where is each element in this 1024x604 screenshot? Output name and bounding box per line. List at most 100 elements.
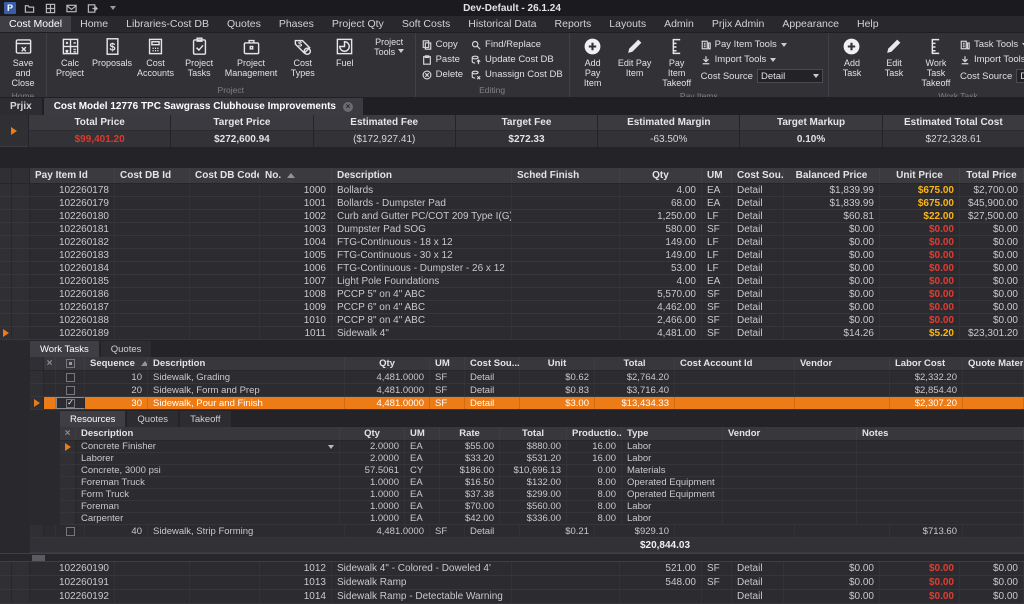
column-header-cost-sou[interactable]: Cost Sou... [465, 357, 520, 370]
pay-item-import-tools-dropdown[interactable]: Import Tools [699, 53, 825, 66]
column-header-description[interactable]: Description [148, 357, 345, 370]
pay-item-row[interactable]: 1022601851007Light Pole Foundations4.00E… [0, 275, 1024, 288]
menu-tab-historical-data[interactable]: Historical Data [459, 16, 545, 32]
column-header-total[interactable]: Total [500, 427, 567, 440]
menu-tab-quotes[interactable]: Quotes [218, 16, 270, 32]
work-tasks-tab-quotes[interactable]: Quotes [101, 341, 152, 357]
column-header-um[interactable]: UM [430, 357, 465, 370]
edit-task-button[interactable]: Edit Task [874, 35, 914, 80]
row-checkbox[interactable] [66, 527, 75, 536]
horizontal-scrollbar-thumb[interactable] [32, 555, 45, 561]
menu-tab-project-qty[interactable]: Project Qty [323, 16, 393, 32]
column-header-total-price[interactable]: Total Price [960, 168, 1024, 183]
menu-tab-prjix-admin[interactable]: Prjix Admin [703, 16, 774, 32]
column-header-no[interactable]: No. [260, 168, 332, 183]
tab-cost-model[interactable]: Cost Model 12776 TPC Sawgrass Clubhouse … [44, 98, 363, 115]
work-task-row[interactable]: 10Sidewalk, Grading4,481.0000SFDetail$0.… [30, 371, 1024, 384]
work-tasks-tab-work-tasks[interactable]: Work Tasks [30, 341, 99, 357]
row-select-cell[interactable] [56, 384, 85, 396]
column-header-pay-item-id[interactable]: Pay Item Id [30, 168, 115, 183]
pay-item-row[interactable]: 1022601821004FTG-Continuous - 18 x 12149… [0, 236, 1024, 249]
column-header-qty[interactable]: Qty [340, 427, 405, 440]
cell-dropdown-icon[interactable] [328, 445, 334, 449]
copy-button[interactable]: Copy [419, 38, 466, 51]
row-checkbox[interactable] [66, 373, 75, 382]
pay-item-row[interactable]: 1022601871009PCCP 6" on 4" ABC4,462.00SF… [0, 301, 1024, 314]
column-header-rate[interactable]: Rate [440, 427, 500, 440]
resources-tab-takeoff[interactable]: Takeoff [180, 411, 230, 427]
save-and-close-button[interactable]: Save and Close [3, 35, 43, 90]
pay-item-row[interactable]: 1022601831005FTG-Continuous - 30 x 12149… [0, 249, 1024, 262]
pay-item-row[interactable]: 1022601841006FTG-Continuous - Dumpster -… [0, 262, 1024, 275]
resources-tab-quotes[interactable]: Quotes [127, 411, 178, 427]
column-header-um[interactable]: UM [405, 427, 440, 440]
column-header-quote-material[interactable]: Quote Material [963, 357, 1024, 370]
work-task-row[interactable]: 20Sidewalk, Form and Prep4,481.0000SFDet… [30, 384, 1024, 397]
pay-item-row[interactable]: 1022601921014Sidewalk Ramp - Detectable … [0, 590, 1024, 604]
resources-tab-resources[interactable]: Resources [60, 411, 125, 427]
close-tab-icon[interactable]: × [343, 102, 353, 112]
select-all-checkbox-header[interactable] [56, 357, 85, 370]
pay-item-row[interactable]: 1022601911013Sidewalk Ramp548.00SFDetail… [0, 576, 1024, 590]
project-management-button[interactable]: Project Management [221, 35, 280, 80]
column-header-qty[interactable]: Qty [345, 357, 430, 370]
project-tasks-button[interactable]: Project Tasks [179, 35, 219, 80]
work-task-row[interactable]: ✓30Sidewalk, Pour and Finish4,481.0000SF… [30, 397, 1024, 410]
pay-item-row[interactable]: 1022601881010PCCP 8" on 4" ABC2,466.00SF… [0, 314, 1024, 327]
pay-item-row[interactable]: 1022601781000Bollards4.00EADetail$1,839.… [0, 184, 1024, 197]
pay-item-row[interactable]: 1022601901012Sidewalk 4" - Colored - Dow… [0, 562, 1024, 576]
add-task-button[interactable]: Add Task [832, 35, 872, 80]
menu-tab-admin[interactable]: Admin [655, 16, 703, 32]
unassign-cost-db-button[interactable]: Unassign Cost DB [468, 68, 566, 81]
resource-row[interactable]: Form Truck1.0000EA$37.38$299.008.00Opera… [60, 489, 1024, 501]
resource-row[interactable]: Concrete, 3000 psi57.5061CY$186.00$10,69… [60, 465, 1024, 477]
row-checkbox[interactable] [66, 386, 75, 395]
row-select-cell[interactable] [56, 371, 85, 383]
paste-button[interactable]: Paste [419, 53, 466, 66]
column-header-description[interactable]: Description [76, 427, 340, 440]
column-header-sched-finish[interactable]: Sched Finish [512, 168, 620, 183]
menu-tab-cost-model[interactable]: Cost Model [0, 16, 71, 32]
column-header-type[interactable]: Type [622, 427, 723, 440]
update-cost-db-button[interactable]: Update Cost DB [468, 53, 566, 66]
column-header-unit-price[interactable]: Unit Price [880, 168, 960, 183]
column-header-description[interactable]: Description [332, 168, 512, 183]
pay-item-tools-dropdown[interactable]: Pay Item Tools [699, 38, 825, 51]
add-pay-item-button[interactable]: Add Pay Item [573, 35, 613, 90]
column-header-sequence[interactable]: Sequence [85, 357, 148, 370]
proposals-button[interactable]: Proposals [92, 35, 132, 70]
calc-project-button[interactable]: Calc Project [50, 35, 90, 80]
pay-item-row[interactable]: 1022601801002Curb and Gutter PC/COT 209 … [0, 210, 1024, 223]
work-task-row[interactable]: 40Sidewalk, Strip Forming4,481.0000SFDet… [30, 525, 1024, 538]
column-header-cost-db-code[interactable]: Cost DB Code [190, 168, 260, 183]
clear-selection-header[interactable]: × [60, 427, 76, 440]
tab-prjix[interactable]: Prjix [0, 98, 42, 115]
task-cost-source-select[interactable]: Detail [1016, 69, 1024, 83]
find-replace-button[interactable]: Find/Replace [468, 38, 566, 51]
project-tools-dropdown[interactable]: Project Tools [367, 35, 412, 59]
column-header-cost-account-id[interactable]: Cost Account Id [675, 357, 795, 370]
task-tools-dropdown[interactable]: Task Tools [958, 38, 1024, 51]
column-header-cost-sou[interactable]: Cost Sou... [732, 168, 784, 183]
menu-tab-soft-costs[interactable]: Soft Costs [393, 16, 459, 32]
work-task-takeoff-button[interactable]: Work Task Takeoff [916, 35, 956, 90]
cost-types-button[interactable]: Cost Types [283, 35, 323, 80]
pay-item-row[interactable]: 1022601811003Dumpster Pad SOG580.00SFDet… [0, 223, 1024, 236]
cost-accounts-button[interactable]: Cost Accounts [134, 35, 177, 80]
pay-item-row[interactable]: 1022601861008PCCP 5" on 4" ABC5,570.00SF… [0, 288, 1024, 301]
menu-tab-phases[interactable]: Phases [270, 16, 323, 32]
row-select-cell[interactable] [56, 525, 85, 537]
pay-item-row[interactable]: 1022601891011Sidewalk 4"4,481.00SFDetail… [0, 327, 1024, 340]
task-import-tools-dropdown[interactable]: Import Tools [958, 53, 1024, 66]
resource-row[interactable]: Concrete Finisher2.0000EA$55.00$880.0016… [60, 441, 1024, 453]
row-select-cell[interactable]: ✓ [56, 397, 85, 409]
menu-tab-home[interactable]: Home [71, 16, 117, 32]
pay-item-row[interactable]: 1022601791001Bollards - Dumpster Pad68.0… [0, 197, 1024, 210]
delete-button[interactable]: Delete [419, 68, 466, 81]
column-header-labor-cost[interactable]: Labor Cost [890, 357, 963, 370]
column-header-total[interactable]: Total [595, 357, 675, 370]
column-header-vendor[interactable]: Vendor [723, 427, 857, 440]
pay-item-takeoff-button[interactable]: Pay Item Takeoff [657, 35, 697, 90]
column-header-um[interactable]: UM [702, 168, 732, 183]
menu-tab-libraries-cost-db[interactable]: Libraries-Cost DB [117, 16, 218, 32]
